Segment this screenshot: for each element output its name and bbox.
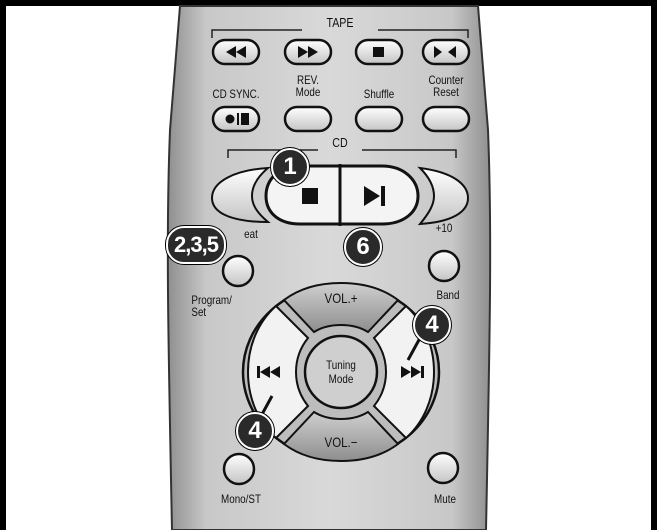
mono-st-button bbox=[222, 452, 256, 486]
program-set-label-line2: Set bbox=[191, 305, 207, 319]
repeat-label: eat bbox=[244, 227, 258, 241]
tape-rewind-button bbox=[211, 38, 261, 66]
tuning-mode-label-line1: Tuning bbox=[326, 358, 356, 372]
program-set-label: Program/ Set bbox=[191, 294, 240, 318]
band-button bbox=[427, 249, 461, 283]
remote-drawing bbox=[166, 5, 492, 530]
rev-mode-label-line2: Mode bbox=[295, 85, 321, 99]
callout-6: 6 bbox=[344, 228, 382, 266]
counter-reset-label: Counter Reset bbox=[423, 74, 469, 98]
shuffle-label: Shuffle bbox=[363, 87, 395, 101]
tape-stop-button bbox=[354, 38, 404, 66]
counter-reset-label-line2: Reset bbox=[433, 85, 459, 99]
plus10-label: +10 bbox=[435, 221, 453, 235]
cd-play-skip-button bbox=[338, 164, 420, 226]
tuning-mode-label-line2: Mode bbox=[328, 372, 354, 386]
cd-sync-label: CD SYNC. bbox=[212, 87, 260, 101]
band-label: Band bbox=[436, 288, 460, 302]
callout-4-left: 4 bbox=[236, 412, 274, 450]
tuning-mode-label: Tuning Mode bbox=[320, 358, 363, 386]
cd-section-label: CD bbox=[332, 135, 348, 150]
mute-button bbox=[426, 451, 460, 485]
cd-sync-button bbox=[211, 105, 261, 133]
vol-down-label: VOL.− bbox=[324, 434, 358, 450]
tape-fast-forward-button bbox=[283, 38, 333, 66]
program-set-button bbox=[221, 254, 255, 288]
tape-direction-button bbox=[421, 38, 471, 66]
vol-up-label: VOL.+ bbox=[324, 290, 358, 306]
rev-mode-button bbox=[283, 105, 333, 133]
mono-st-label: Mono/ST bbox=[221, 492, 261, 506]
callout-1: 1 bbox=[271, 148, 309, 186]
callout-4-right: 4 bbox=[413, 306, 451, 344]
callout-2-3-5: 2,3,5 bbox=[166, 226, 226, 264]
stop-icon bbox=[302, 188, 318, 204]
record-icon bbox=[225, 114, 235, 124]
stop-icon bbox=[373, 47, 384, 57]
mute-label: Mute bbox=[434, 492, 456, 506]
shuffle-button bbox=[354, 105, 404, 133]
rev-mode-label: REV. Mode bbox=[290, 74, 326, 98]
counter-reset-button bbox=[421, 105, 471, 133]
tape-section-label: TAPE bbox=[326, 15, 354, 30]
